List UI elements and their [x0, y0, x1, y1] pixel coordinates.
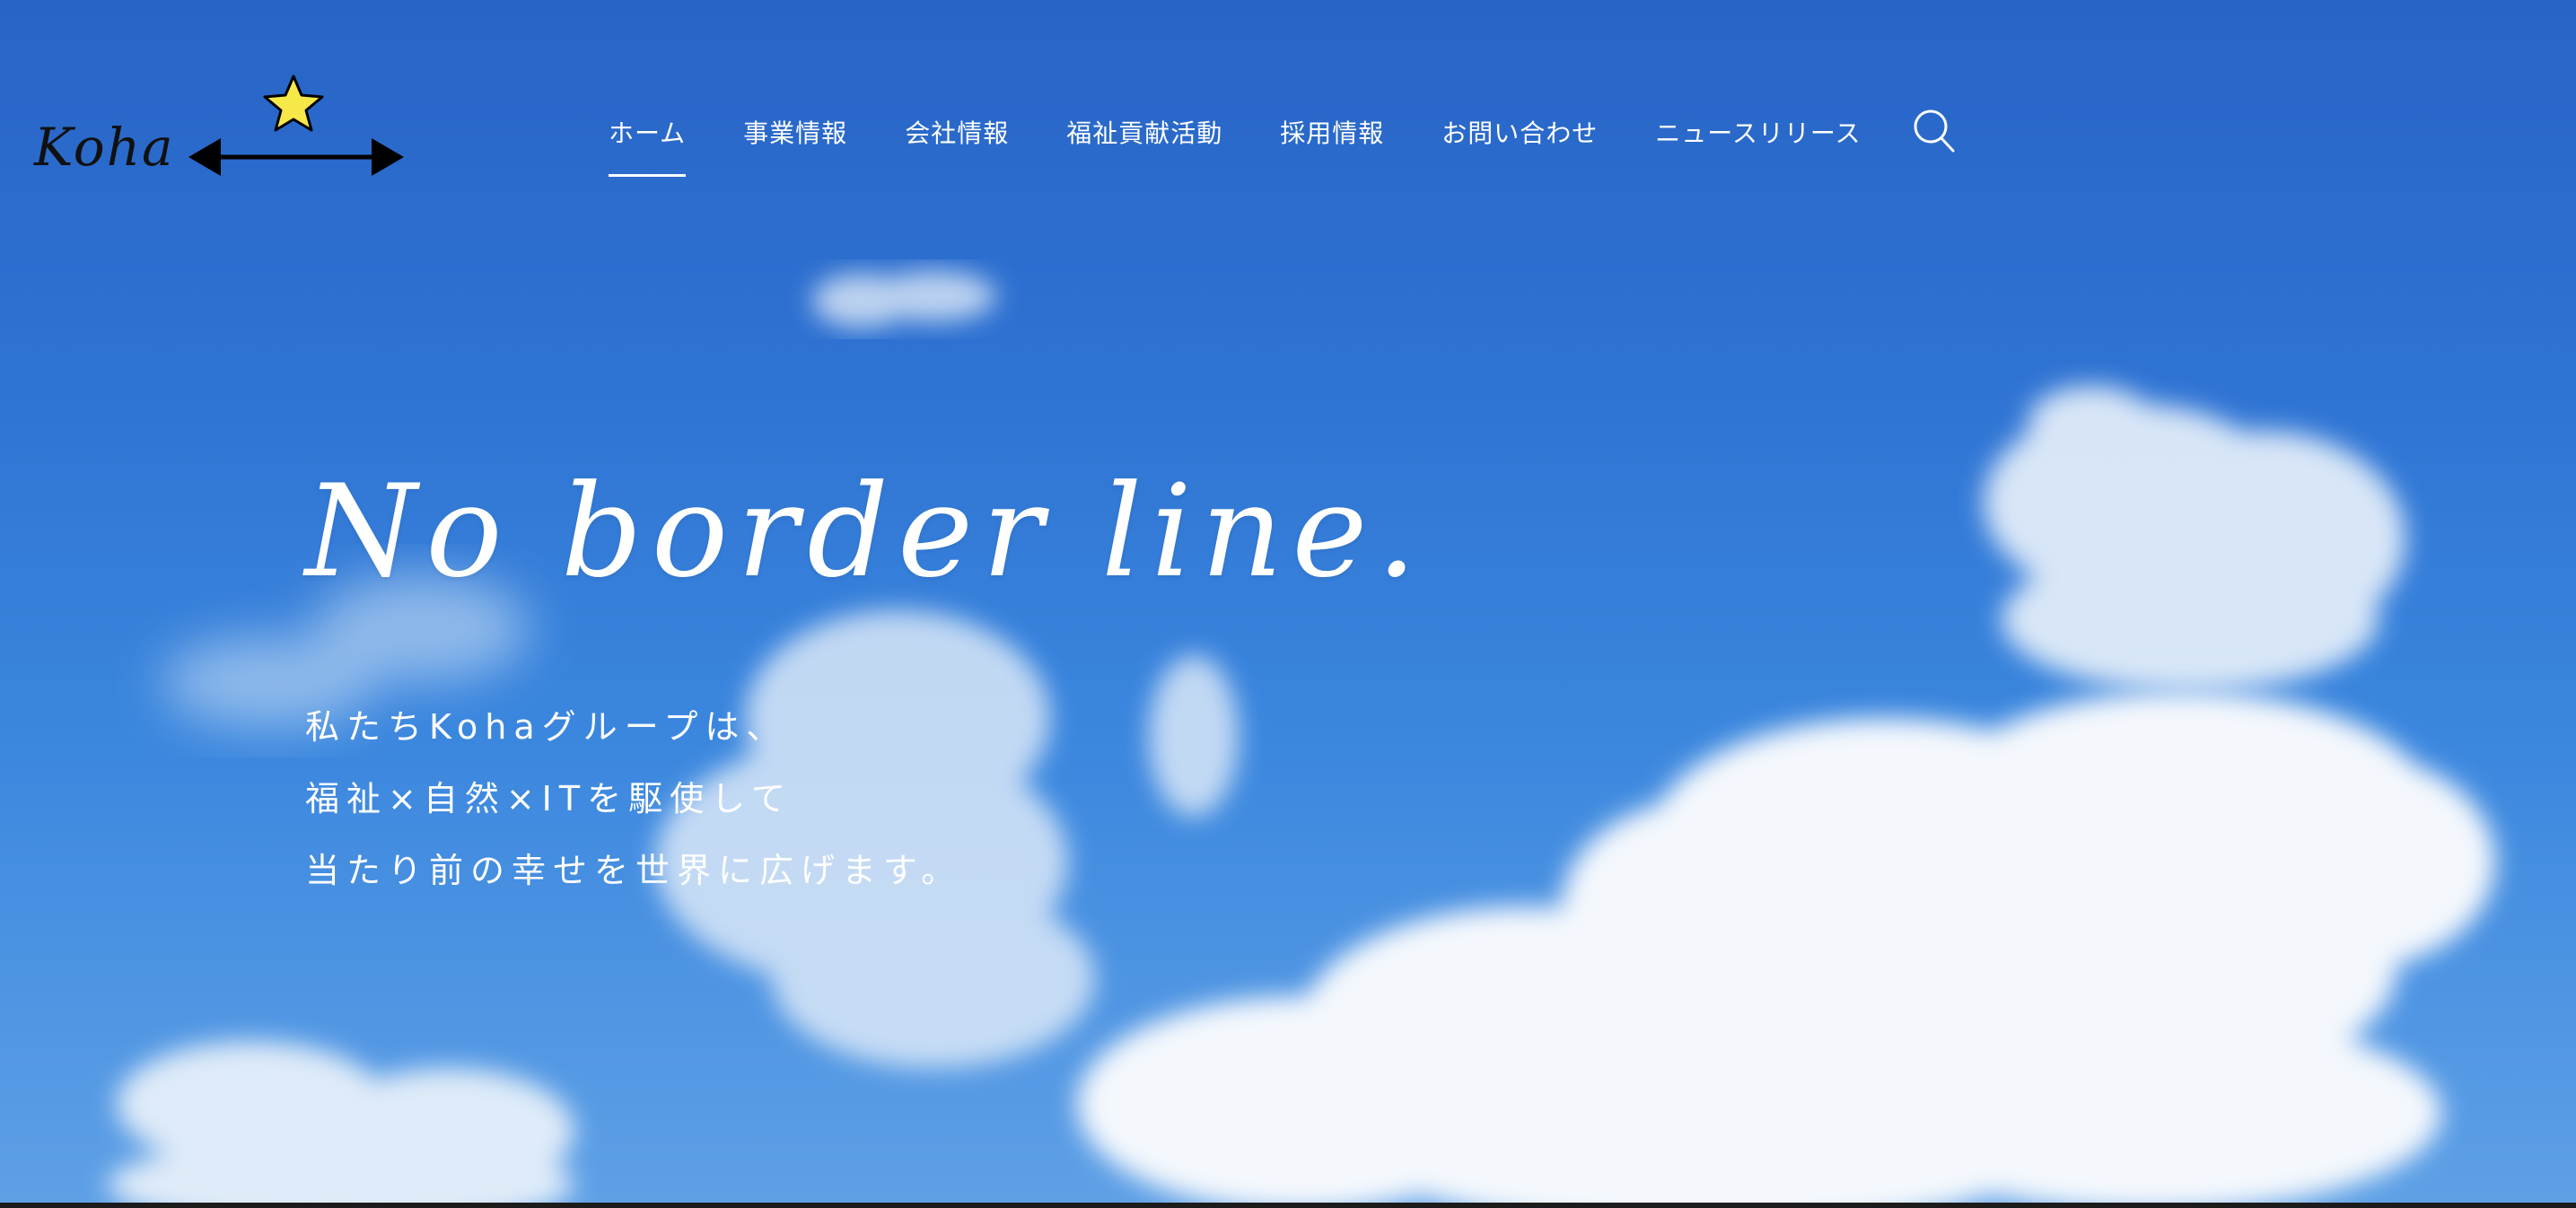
nav-item-contact[interactable]: お問い合わせ [1441, 114, 1598, 150]
logo-star-icon [263, 74, 324, 132]
nav-item-welfare[interactable]: 福祉貢献活動 [1066, 114, 1222, 150]
logo-arrow-icon [188, 138, 404, 176]
logo-text: Koha [34, 117, 175, 178]
nav-item-recruit[interactable]: 採用情報 [1280, 114, 1384, 150]
hero-section: Koha ホーム 事業情報 会社情報 福祉貢献活動 採用情報 お問い合わせ ニュ… [0, 0, 2576, 1203]
bottom-border [0, 1203, 2576, 1208]
nav-item-news[interactable]: ニュースリリース [1655, 114, 1861, 150]
koha-logo[interactable]: Koha [27, 72, 404, 188]
nav-item-business[interactable]: 事業情報 [743, 114, 847, 150]
hero-tagline: 私たちKohaグループは、 福祉×自然×ITを駆使して 当たり前の幸せを世界に広… [305, 691, 962, 906]
nav-item-company[interactable]: 会社情報 [905, 114, 1009, 150]
tagline-line-3: 当たり前の幸せを世界に広げます。 [305, 851, 963, 890]
hero-headline: No border line. [305, 458, 1426, 606]
nav-item-home[interactable]: ホーム [609, 114, 687, 177]
main-nav: ホーム 事業情報 会社情報 福祉貢献活動 採用情報 お問い合わせ ニュースリリー… [609, 111, 1861, 177]
search-icon [1914, 109, 1955, 153]
tagline-line-2: 福祉×自然×ITを駆使して [305, 779, 793, 818]
tagline-line-1: 私たちKohaグループは、 [305, 707, 788, 747]
search-button[interactable] [1912, 108, 1957, 154]
